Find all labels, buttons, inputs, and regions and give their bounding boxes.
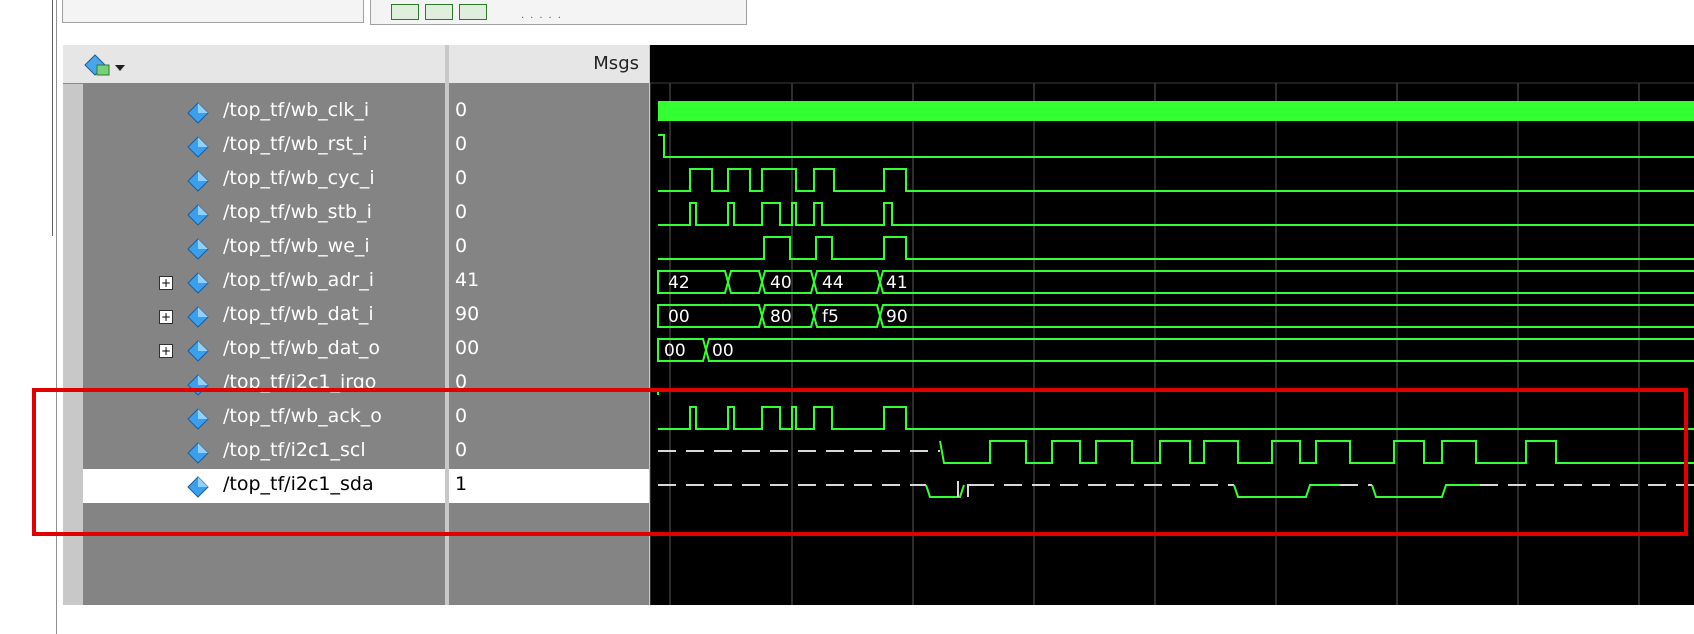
signal-name: /top_tf/wb_stb_i (223, 201, 372, 223)
zoom-in-icon[interactable] (391, 4, 419, 20)
toolbar-field[interactable] (62, 0, 364, 23)
msgs-header: Msgs (449, 45, 649, 84)
signal-trace (658, 202, 1694, 226)
signal-trace (658, 134, 1694, 158)
signal-diamond-icon (187, 272, 209, 294)
bus-value: 80 (770, 307, 792, 327)
bus-trace (657, 338, 1694, 362)
msgs-header-label: Msgs (593, 53, 639, 74)
signal-trace (658, 236, 1694, 260)
signal-diamond-icon (187, 238, 209, 260)
signal-row[interactable]: /top_tf/wb_stb_i (83, 197, 445, 231)
bus-value: 41 (886, 273, 908, 293)
wave-viewer: ..... Msgs /top_tf/wb_clk_i/top_tf/wb_rs… (0, 0, 1694, 634)
bus-value: 44 (822, 273, 844, 293)
signal-value-cell[interactable]: 90 (449, 299, 649, 333)
bus-value: 00 (664, 341, 686, 361)
signal-row[interactable]: /top_tf/wb_clk_i (83, 95, 445, 129)
signal-value: 90 (455, 303, 480, 325)
signal-value: 0 (455, 235, 468, 257)
bus-trace (657, 304, 1694, 328)
signal-row[interactable]: + /top_tf/wb_adr_i (83, 265, 445, 299)
signal-value-cell[interactable]: 0 (449, 129, 649, 163)
signal-row[interactable]: /top_tf/wb_rst_i (83, 129, 445, 163)
bus-trace (657, 270, 1694, 294)
signal-diamond-icon (187, 170, 209, 192)
signal-value-cell[interactable]: 0 (449, 231, 649, 265)
expand-icon[interactable]: + (159, 310, 173, 324)
signal-name: /top_tf/wb_we_i (223, 235, 370, 257)
toolbar-button-group: ..... (370, 0, 747, 25)
signal-value: 0 (455, 133, 468, 155)
expand-icon[interactable]: + (159, 276, 173, 290)
signal-value-cell[interactable]: 0 (449, 197, 649, 231)
signal-name: /top_tf/wb_dat_o (223, 337, 380, 359)
signal-row[interactable]: /top_tf/wb_cyc_i (83, 163, 445, 197)
bus-value: f5 (822, 307, 839, 327)
signal-diamond-icon (187, 340, 209, 362)
bus-value: 00 (712, 341, 734, 361)
left-divider (56, 0, 57, 634)
signal-name: /top_tf/wb_cyc_i (223, 167, 375, 189)
bus-value: 42 (668, 273, 690, 293)
signal-value-cell[interactable]: 00 (449, 333, 649, 367)
left-divider (52, 0, 53, 236)
signal-name: /top_tf/wb_clk_i (223, 99, 370, 121)
zoom-full-icon[interactable] (459, 4, 487, 20)
zoom-out-icon[interactable] (425, 4, 453, 20)
signal-trace (658, 168, 1694, 192)
signal-row[interactable]: + /top_tf/wb_dat_o (83, 333, 445, 367)
signal-name: /top_tf/wb_dat_i (223, 303, 374, 325)
signal-diamond-icon (187, 306, 209, 328)
signal-name: /top_tf/wb_rst_i (223, 133, 368, 155)
expand-icon[interactable]: + (159, 344, 173, 358)
bus-value: 90 (886, 307, 908, 327)
bus-value: 00 (668, 307, 690, 327)
signal-row[interactable]: /top_tf/wb_we_i (83, 231, 445, 265)
signal-diamond-icon (187, 136, 209, 158)
signal-diamond-icon (187, 204, 209, 226)
signal-value: 0 (455, 167, 468, 189)
bus-value: 40 (770, 273, 792, 293)
signal-value: 41 (455, 269, 480, 291)
signal-menu-icon[interactable] (81, 51, 131, 79)
signal-row[interactable]: + /top_tf/wb_dat_i (83, 299, 445, 333)
signal-value: 0 (455, 99, 468, 121)
signal-value: 0 (455, 201, 468, 223)
highlight-box (32, 388, 1688, 536)
signal-diamond-icon (187, 102, 209, 124)
clock-band (658, 101, 1694, 121)
names-header (63, 45, 445, 84)
toolbar: ..... (0, 0, 1694, 26)
signal-value-cell[interactable]: 0 (449, 163, 649, 197)
signal-value-cell[interactable]: 41 (449, 265, 649, 299)
signal-name: /top_tf/wb_adr_i (223, 269, 374, 291)
signal-value-cell[interactable]: 0 (449, 95, 649, 129)
signal-value: 00 (455, 337, 480, 359)
toolbar-overflow-icon[interactable]: ..... (521, 10, 567, 21)
